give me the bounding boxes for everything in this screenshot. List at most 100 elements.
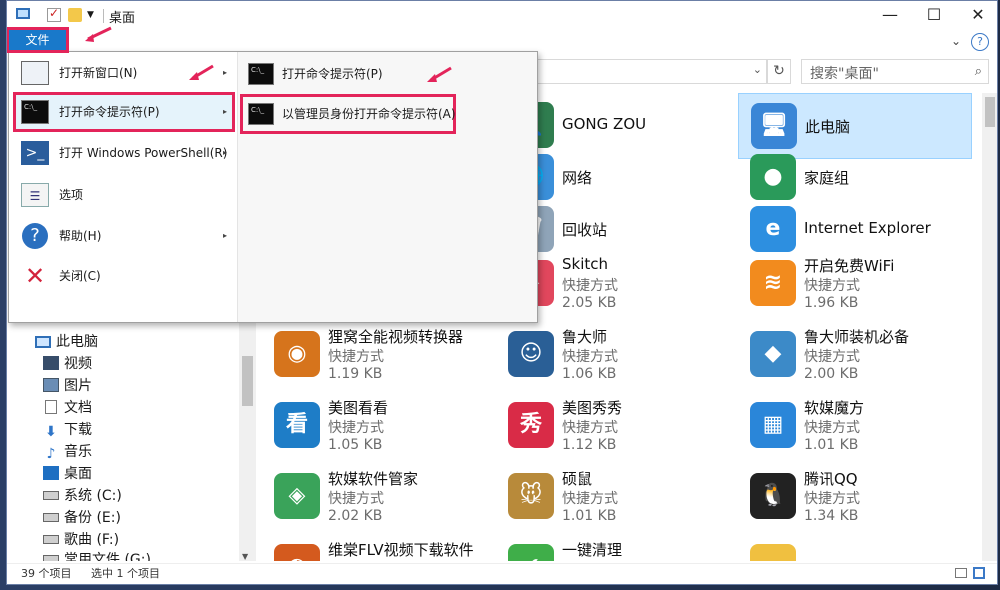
- file-item[interactable]: ☺ 鲁大师 快捷方式 1.06 KB: [496, 322, 730, 388]
- scroll-down-icon[interactable]: ▼: [242, 552, 248, 561]
- options-icon: ☰: [21, 183, 49, 207]
- file-name: 家庭组: [804, 169, 850, 187]
- nav-item-drive-e[interactable]: 备份 (E:): [43, 507, 121, 529]
- nav-label: 歌曲 (F:): [64, 532, 120, 548]
- menu-label: 关闭(C): [59, 269, 101, 283]
- ribbon-expand-icon[interactable]: ⌄: [951, 34, 961, 48]
- content-scroll-thumb[interactable]: [985, 97, 995, 127]
- search-input[interactable]: 搜索"桌面" ⌕: [801, 59, 989, 84]
- computer-icon: [35, 336, 51, 348]
- refresh-button[interactable]: ↻: [767, 59, 791, 84]
- nav-item-drive-c[interactable]: 系统 (C:): [43, 485, 122, 507]
- nav-item-downloads[interactable]: ⬇ 下载: [43, 419, 92, 441]
- address-bar[interactable]: ⌄: [535, 59, 767, 84]
- nav-label: 系统 (C:): [64, 488, 122, 504]
- file-name: 腾讯QQ: [804, 470, 858, 488]
- submenu-arrow-icon: ▸: [222, 68, 227, 77]
- file-item[interactable]: ◆ 鲁大师装机必备 快捷方式 2.00 KB: [738, 322, 972, 388]
- menu-item-open-cmd[interactable]: C:\_ 打开命令提示符(P) ▸: [13, 92, 235, 132]
- file-item[interactable]: 🐭 硕鼠 快捷方式 1.01 KB: [496, 464, 730, 530]
- details-view-icon[interactable]: [955, 568, 967, 578]
- file-type: 快捷方式: [328, 349, 384, 365]
- nav-item-drive-f[interactable]: 歌曲 (F:): [43, 529, 119, 551]
- file-item[interactable]: ▭: [738, 535, 972, 561]
- nav-label: 图片: [64, 378, 92, 394]
- file-item[interactable]: ≋ 开启免费WiFi 快捷方式 1.96 KB: [738, 251, 972, 317]
- nav-item-documents[interactable]: 文档: [43, 397, 92, 419]
- content-scrollbar[interactable]: [982, 93, 997, 561]
- file-item[interactable]: 看 美图看看 快捷方式 1.05 KB: [262, 393, 496, 459]
- file-tab[interactable]: 文件: [7, 27, 69, 53]
- drive-icon: [43, 535, 59, 544]
- maximize-button[interactable]: ☐: [913, 1, 955, 29]
- nav-item-videos[interactable]: 视频: [43, 353, 92, 375]
- properties-icon[interactable]: [47, 6, 61, 22]
- ludashi-toolkit-icon: ◆: [750, 331, 796, 377]
- nav-label: 备份 (E:): [64, 510, 121, 526]
- title-separator: [103, 9, 104, 23]
- file-name: 软媒魔方: [804, 399, 865, 417]
- annotation-arrow-icon: [85, 26, 112, 42]
- file-item[interactable]: ◐ 维棠FLV视频下载软件 快捷方式: [262, 535, 496, 561]
- drive-icon: [43, 555, 59, 561]
- this-pc-icon[interactable]: [16, 8, 30, 19]
- file-size: 1.01 KB: [804, 437, 859, 453]
- menu-label: 以管理员身份打开命令提示符(A): [282, 107, 456, 121]
- submenu-item-open-cmd[interactable]: C:\_ 打开命令提示符(P): [242, 56, 534, 92]
- nav-item-drive-g[interactable]: 常用文件 (G:): [43, 551, 151, 561]
- search-placeholder: 搜索"桌面": [810, 66, 879, 82]
- menu-item-open-powershell[interactable]: >_ 打开 Windows PowerShell(R) ▸: [15, 135, 233, 171]
- menu-label: 打开 Windows PowerShell(R): [59, 146, 228, 160]
- help-button[interactable]: ?: [971, 33, 989, 51]
- annotation-arrow-icon: [427, 66, 452, 82]
- submenu-item-open-cmd-admin[interactable]: C:\_ 以管理员身份打开命令提示符(A): [240, 94, 456, 134]
- nav-label: 视频: [64, 356, 92, 372]
- file-type: 快捷方式: [804, 349, 860, 365]
- file-type: 快捷方式: [328, 420, 384, 436]
- meitu-viewer-icon: 看: [274, 402, 320, 448]
- large-icons-view-icon[interactable]: [973, 567, 985, 579]
- file-name: Skitch: [562, 255, 609, 273]
- nav-scroll-thumb[interactable]: [242, 356, 253, 406]
- nav-label: 文档: [64, 400, 92, 416]
- file-item[interactable]: 秀 美图秀秀 快捷方式 1.12 KB: [496, 393, 730, 459]
- menu-label: 打开新窗口(N): [59, 66, 138, 80]
- file-type: 快捷方式: [562, 559, 618, 561]
- folder-icon: ▭: [750, 544, 796, 561]
- file-type: 快捷方式: [562, 420, 618, 436]
- menu-label: 打开命令提示符(P): [59, 105, 160, 119]
- nav-item-music[interactable]: ♪ 音乐: [43, 441, 92, 463]
- address-dropdown-icon[interactable]: ⌄: [753, 63, 762, 76]
- video-converter-icon: ◉: [274, 331, 320, 377]
- file-name: 网络: [562, 169, 593, 187]
- file-item[interactable]: ✔ 一键清理 快捷方式: [496, 535, 730, 561]
- new-folder-icon[interactable]: [68, 8, 82, 22]
- file-size: 1.34 KB: [804, 508, 859, 524]
- nav-item-pictures[interactable]: 图片: [43, 375, 92, 397]
- file-name: 软媒软件管家: [328, 470, 419, 488]
- file-item[interactable]: ▦ 软媒魔方 快捷方式 1.01 KB: [738, 393, 972, 459]
- command-prompt-icon: C:\_: [21, 100, 49, 124]
- menu-label: 选项: [59, 188, 84, 202]
- file-type: 快捷方式: [562, 349, 618, 365]
- nav-item-this-pc[interactable]: 此电脑: [35, 331, 98, 353]
- file-menu: 打开新窗口(N) ▸ C:\_ 打开命令提示符(P) ▸ >_ 打开 Windo…: [8, 51, 538, 323]
- file-name: 此电脑: [805, 118, 851, 136]
- file-item[interactable]: ◈ 软媒软件管家 快捷方式 2.02 KB: [262, 464, 496, 530]
- menu-item-help[interactable]: ? 帮助(H) ▸: [15, 218, 233, 254]
- file-item[interactable]: 🐧 腾讯QQ 快捷方式 1.34 KB: [738, 464, 972, 530]
- minimize-button[interactable]: —: [869, 1, 911, 29]
- quick-access-dropdown-icon[interactable]: ▼: [87, 10, 97, 20]
- status-bar: 39 个项目 选中 1 个项目: [7, 563, 997, 584]
- file-item[interactable]: ◉ 狸窝全能视频转换器 快捷方式 1.19 KB: [262, 322, 496, 388]
- document-icon: [45, 400, 57, 414]
- close-button[interactable]: ✕: [957, 1, 997, 29]
- nav-item-desktop[interactable]: 桌面: [43, 463, 92, 485]
- admin-command-prompt-icon: C:\_: [248, 103, 274, 125]
- menu-item-close[interactable]: ✕ 关闭(C): [15, 258, 233, 294]
- close-icon: ✕: [24, 262, 46, 290]
- search-icon[interactable]: ⌕: [975, 64, 982, 79]
- file-name: 鲁大师装机必备: [804, 328, 910, 346]
- powershell-icon: >_: [21, 141, 49, 165]
- menu-item-options[interactable]: ☰ 选项: [15, 177, 233, 213]
